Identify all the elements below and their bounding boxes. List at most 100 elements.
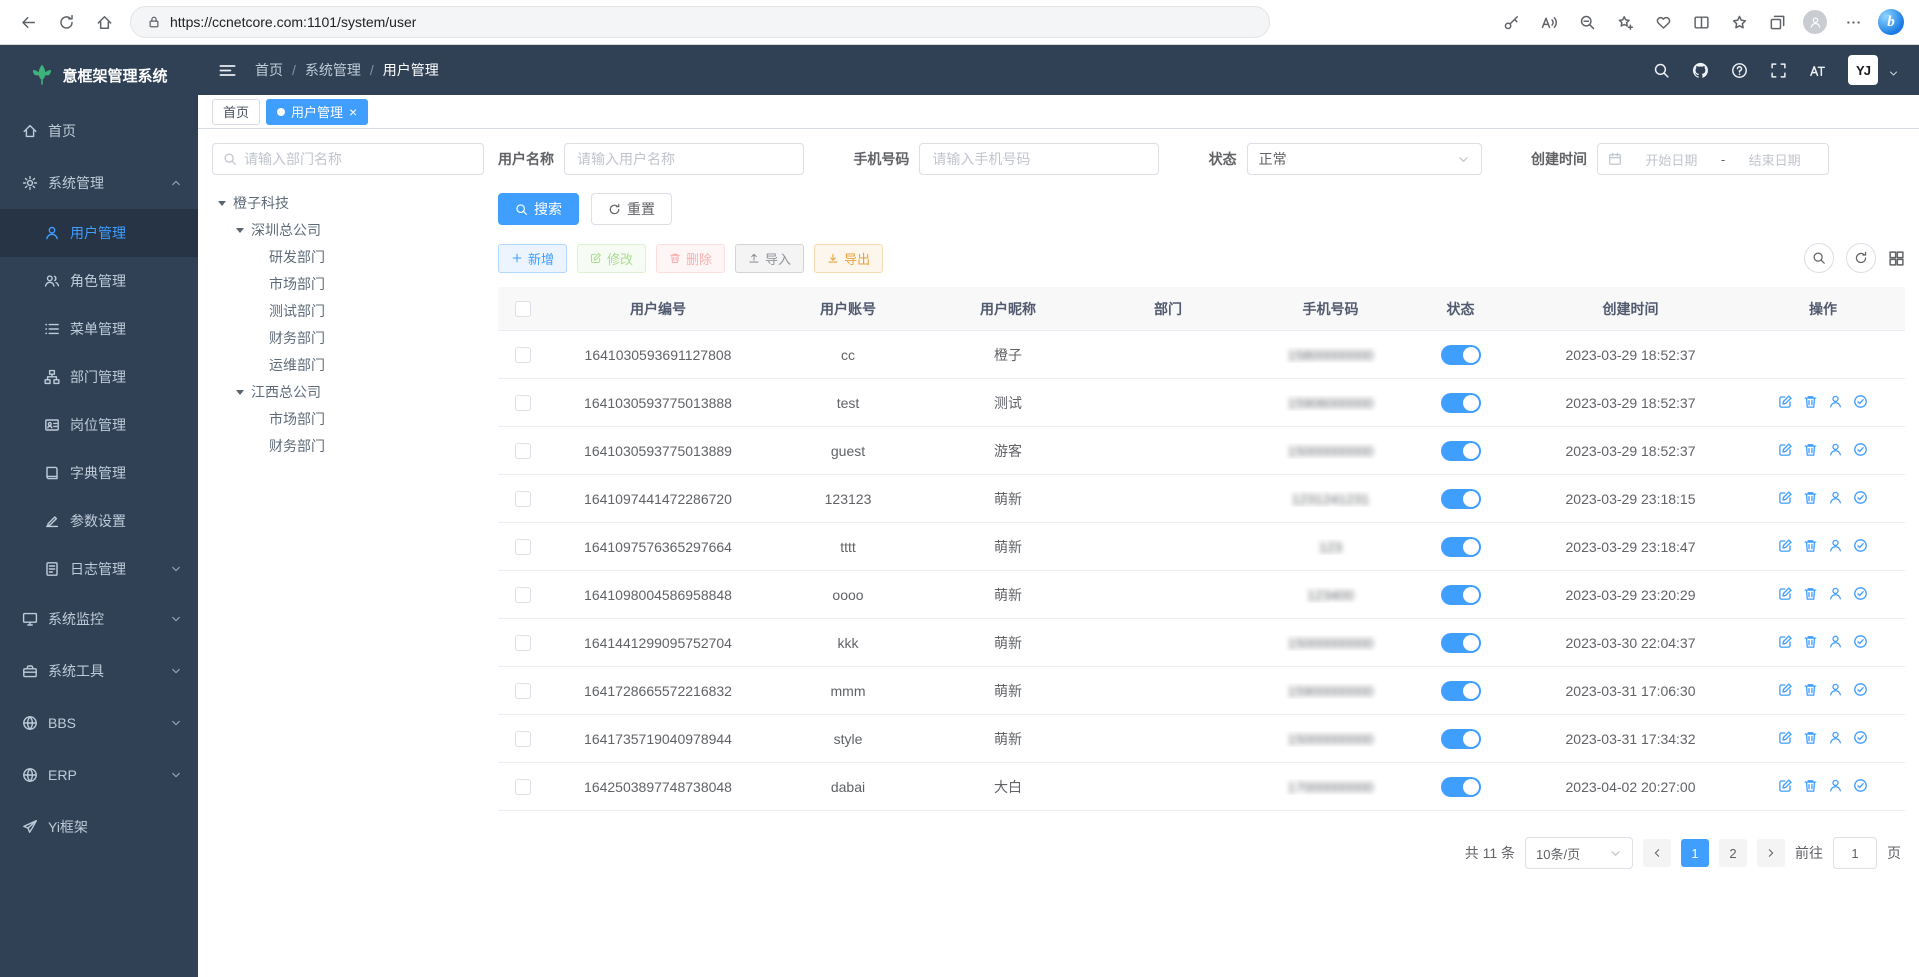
status-toggle[interactable] xyxy=(1441,777,1481,797)
sidebar-item-dept[interactable]: 部门管理 xyxy=(0,353,198,401)
profile-button[interactable] xyxy=(1797,5,1833,39)
page-button-1[interactable]: 1 xyxy=(1681,839,1709,867)
breadcrumb-item[interactable]: 首页 xyxy=(255,60,283,80)
tree-expand-icon[interactable] xyxy=(236,390,244,399)
status-toggle[interactable] xyxy=(1441,585,1481,605)
breadcrumb-item[interactable]: 用户管理 xyxy=(383,60,439,80)
tree-node[interactable]: 财务部门 xyxy=(212,432,484,459)
github-icon[interactable] xyxy=(1692,62,1709,79)
delete-icon[interactable] xyxy=(1803,778,1818,793)
assign-role-icon[interactable] xyxy=(1853,778,1868,793)
reset-password-icon[interactable] xyxy=(1828,634,1843,649)
tree-expand-icon[interactable] xyxy=(236,228,244,237)
tree-node[interactable]: 深圳总公司 xyxy=(212,216,484,243)
read-aloud-button[interactable] xyxy=(1531,5,1567,39)
prev-page-button[interactable] xyxy=(1643,839,1671,867)
sidebar-item-param[interactable]: 参数设置 xyxy=(0,497,198,545)
status-toggle[interactable] xyxy=(1441,681,1481,701)
add-button[interactable]: 新增 xyxy=(498,244,567,273)
reset-password-icon[interactable] xyxy=(1828,394,1843,409)
column-settings-icon[interactable] xyxy=(1888,250,1905,267)
row-checkbox[interactable] xyxy=(515,539,531,555)
phone-input[interactable] xyxy=(919,143,1159,175)
status-toggle[interactable] xyxy=(1441,441,1481,461)
reset-password-icon[interactable] xyxy=(1828,682,1843,697)
reset-password-icon[interactable] xyxy=(1828,778,1843,793)
sidebar-item-menu[interactable]: 菜单管理 xyxy=(0,305,198,353)
row-checkbox[interactable] xyxy=(515,443,531,459)
assign-role-icon[interactable] xyxy=(1853,634,1868,649)
tab-user[interactable]: 用户管理× xyxy=(266,99,368,125)
sidebar-item-tools[interactable]: 系统工具 xyxy=(0,645,198,697)
status-toggle[interactable] xyxy=(1441,729,1481,749)
tab-home[interactable]: 首页 xyxy=(212,99,260,125)
edit-icon[interactable] xyxy=(1778,442,1793,457)
delete-button[interactable]: 删除 xyxy=(656,244,725,273)
edit-icon[interactable] xyxy=(1778,586,1793,601)
sidebar-item-log[interactable]: 日志管理 xyxy=(0,545,198,593)
delete-icon[interactable] xyxy=(1803,730,1818,745)
status-toggle[interactable] xyxy=(1441,537,1481,557)
edit-icon[interactable] xyxy=(1778,394,1793,409)
add-favorite-button[interactable] xyxy=(1607,5,1643,39)
collapse-sidebar-icon[interactable] xyxy=(218,61,237,80)
row-checkbox[interactable] xyxy=(515,587,531,603)
address-bar[interactable]: https://ccnetcore.com:1101/system/user xyxy=(130,6,1270,38)
browser-menu-button[interactable] xyxy=(1835,5,1871,39)
assign-role-icon[interactable] xyxy=(1853,394,1868,409)
browser-refresh-button[interactable] xyxy=(48,5,84,39)
import-button[interactable]: 导入 xyxy=(735,244,804,273)
edit-icon[interactable] xyxy=(1778,730,1793,745)
password-manager-button[interactable] xyxy=(1493,5,1529,39)
reset-password-icon[interactable] xyxy=(1828,730,1843,745)
status-toggle[interactable] xyxy=(1441,489,1481,509)
row-checkbox[interactable] xyxy=(515,395,531,411)
assign-role-icon[interactable] xyxy=(1853,538,1868,553)
reset-password-icon[interactable] xyxy=(1828,490,1843,505)
sidebar-item-system[interactable]: 系统管理 xyxy=(0,157,198,209)
date-range-picker[interactable]: 开始日期 - 结束日期 xyxy=(1597,143,1829,175)
next-page-button[interactable] xyxy=(1757,839,1785,867)
breadcrumb-item[interactable]: 系统管理 xyxy=(305,60,361,80)
tree-node[interactable]: 财务部门 xyxy=(212,324,484,351)
edit-icon[interactable] xyxy=(1778,634,1793,649)
sidebar-item-user[interactable]: 用户管理 xyxy=(0,209,198,257)
row-checkbox[interactable] xyxy=(515,683,531,699)
edit-icon[interactable] xyxy=(1778,538,1793,553)
dept-search-input[interactable] xyxy=(244,151,473,167)
row-checkbox[interactable] xyxy=(515,491,531,507)
sidebar-item-home[interactable]: 首页 xyxy=(0,105,198,157)
copilot-button[interactable]: b xyxy=(1873,5,1909,39)
app-logo[interactable]: 意框架管理系统 xyxy=(0,45,198,105)
edit-icon[interactable] xyxy=(1778,778,1793,793)
assign-role-icon[interactable] xyxy=(1853,490,1868,505)
browser-back-button[interactable] xyxy=(10,5,46,39)
user-avatar[interactable]: YJ xyxy=(1848,55,1878,85)
sidebar-item-yi[interactable]: Yi框架 xyxy=(0,801,198,853)
row-checkbox[interactable] xyxy=(515,731,531,747)
browser-home-button[interactable] xyxy=(86,5,122,39)
page-size-select[interactable]: 10条/页 xyxy=(1525,837,1633,869)
delete-icon[interactable] xyxy=(1803,634,1818,649)
collections-button[interactable] xyxy=(1759,5,1795,39)
tree-node[interactable]: 研发部门 xyxy=(212,243,484,270)
delete-icon[interactable] xyxy=(1803,586,1818,601)
reset-password-icon[interactable] xyxy=(1828,538,1843,553)
tree-expand-icon[interactable] xyxy=(218,201,226,210)
reset-password-icon[interactable] xyxy=(1828,442,1843,457)
sidebar-item-monitor[interactable]: 系统监控 xyxy=(0,593,198,645)
assign-role-icon[interactable] xyxy=(1853,730,1868,745)
page-button-2[interactable]: 2 xyxy=(1719,839,1747,867)
assign-role-icon[interactable] xyxy=(1853,442,1868,457)
tree-node[interactable]: 江西总公司 xyxy=(212,378,484,405)
export-button[interactable]: 导出 xyxy=(814,244,883,273)
font-size-icon[interactable] xyxy=(1809,62,1826,79)
status-toggle[interactable] xyxy=(1441,393,1481,413)
zoom-button[interactable] xyxy=(1569,5,1605,39)
help-icon[interactable] xyxy=(1731,62,1748,79)
refresh-table-button[interactable] xyxy=(1846,243,1876,273)
reset-password-icon[interactable] xyxy=(1828,586,1843,601)
sidebar-item-dict[interactable]: 字典管理 xyxy=(0,449,198,497)
sidebar-item-role[interactable]: 角色管理 xyxy=(0,257,198,305)
edit-icon[interactable] xyxy=(1778,490,1793,505)
